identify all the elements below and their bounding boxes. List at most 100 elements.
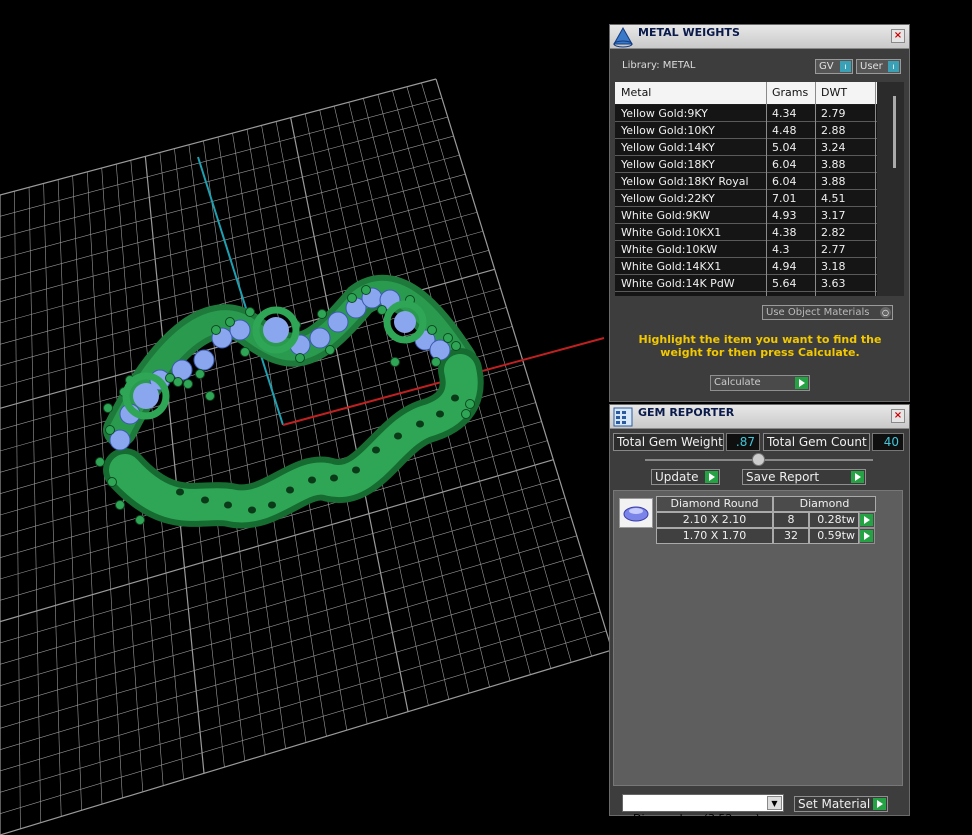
grams-cell: 6.04: [772, 158, 797, 171]
set-material-label: Set Material: [798, 797, 871, 811]
prong-bead: [390, 357, 400, 367]
bezel-ring: [133, 383, 159, 409]
save-report-label: Save Report: [746, 470, 820, 484]
dwt-cell: 3.88: [821, 158, 846, 171]
dwt-cell: 3.20: [821, 294, 846, 296]
prong-bead: [115, 500, 125, 510]
user-toggle[interactable]: User ı: [856, 59, 901, 74]
metal-name-cell: Yellow Gold:18KY: [621, 158, 715, 171]
metal-row[interactable]: White Gold:14K PdW 5.64 3.63: [615, 275, 891, 292]
dropdown-arrow-icon[interactable]: ▼: [767, 796, 782, 810]
metal-row[interactable]: Yellow Gold:9KY 4.34 2.79: [615, 105, 891, 122]
prong-bead: [95, 457, 105, 467]
metal-row[interactable]: Yellow Gold:14KY 5.04 3.24: [615, 139, 891, 156]
gem-weight-cell: 0.59tw: [809, 528, 859, 544]
bezel-ring: [394, 311, 416, 333]
gallery-hole: [248, 506, 256, 514]
gem-size-cell: 2.10 X 2.10: [656, 512, 773, 528]
viewport-canvas[interactable]: [0, 0, 610, 835]
close-icon[interactable]: ×: [891, 409, 905, 423]
metal-row[interactable]: White Gold:14KX1 4.94 3.18: [615, 258, 891, 275]
prong-bead: [461, 409, 471, 419]
play-icon: [860, 514, 873, 526]
set-material-button[interactable]: Set Material: [794, 796, 888, 812]
gem-reporter-titlebar[interactable]: GEM REPORTER ×: [610, 405, 909, 429]
use-object-materials-toggle[interactable]: Use Object Materials ○: [762, 305, 893, 320]
metal-table-scrollbar[interactable]: [877, 82, 904, 296]
splitter-knob-icon[interactable]: [752, 453, 765, 466]
close-icon[interactable]: ×: [891, 29, 905, 43]
gallery-hole: [308, 476, 316, 484]
metal-weights-table[interactable]: Metal Grams DWT Yellow Gold:9KY 4.34 2.79 Y…: [615, 82, 904, 296]
update-button[interactable]: Update: [651, 469, 720, 485]
grid-line: [0, 497, 566, 665]
total-gem-weight-value: .87: [726, 433, 760, 451]
column-header-metal[interactable]: Metal: [621, 86, 651, 99]
use-object-materials-label: Use Object Materials: [766, 307, 870, 318]
scroll-thumb[interactable]: [893, 96, 896, 168]
gv-toggle[interactable]: GV ı: [815, 59, 853, 74]
prong-bead: [443, 333, 453, 343]
grams-cell: 4.38: [772, 226, 797, 239]
prong-bead: [211, 325, 221, 335]
calculate-button[interactable]: Calculate: [710, 375, 810, 391]
update-label: Update: [655, 470, 699, 484]
metal-row[interactable]: White Gold:10KW 4.3 2.77: [615, 241, 891, 258]
play-icon: [705, 471, 718, 483]
dwt-cell: 2.82: [821, 226, 846, 239]
gem-material-header: Diamond: [773, 496, 876, 512]
save-report-button[interactable]: Save Report: [742, 469, 866, 485]
grams-cell: 6.04: [772, 175, 797, 188]
diamond-thumbnail-icon: [619, 498, 653, 528]
metal-row[interactable]: Yellow Gold:18KY 6.04 3.88: [615, 156, 891, 173]
metal-weights-titlebar[interactable]: METAL WEIGHTS ×: [610, 25, 909, 49]
gem-size-cell: 1.70 X 1.70: [656, 528, 773, 544]
gem-row-play-button[interactable]: [859, 512, 875, 528]
metal-row[interactable]: Yellow Gold:10KY 4.48 2.88: [615, 122, 891, 139]
prong-bead: [431, 357, 441, 367]
grams-cell: 5.64: [772, 277, 797, 290]
column-header-grams[interactable]: Grams: [772, 86, 808, 99]
gem-shape-header: Diamond Round: [656, 496, 773, 512]
material-select[interactable]: Diamond (3.52 spg) ▼: [622, 794, 784, 825]
grid-line: [0, 516, 572, 686]
column-header-dwt[interactable]: DWT: [821, 86, 847, 99]
column-divider: [766, 82, 767, 296]
grams-cell: 4.34: [772, 107, 797, 120]
metal-name-cell: White Gold:14KW: [621, 294, 717, 296]
gem-stone: [171, 359, 193, 381]
column-divider: [875, 82, 876, 296]
metal-row[interactable]: White Gold:10KX1 4.38 2.82: [615, 224, 891, 241]
prong-bead: [103, 403, 113, 413]
grams-cell: 4.94: [772, 260, 797, 273]
gem-row-play-button[interactable]: [859, 528, 875, 544]
radio-icon: ○: [880, 307, 891, 318]
metal-name-cell: Yellow Gold:18KY Royal: [621, 175, 749, 188]
metal-row[interactable]: White Gold:14KW 4.98 3.20: [615, 292, 891, 296]
gallery-hole: [176, 488, 184, 496]
prong-bead: [295, 353, 305, 363]
dwt-cell: 3.24: [821, 141, 846, 154]
gallery-hole: [436, 410, 444, 418]
metal-row[interactable]: Yellow Gold:22KY 7.01 4.51: [615, 190, 891, 207]
gallery-hole: [372, 446, 380, 454]
metal-name-cell: White Gold:14K PdW: [621, 277, 735, 290]
y-axis-line: [197, 156, 284, 426]
grid-line: [0, 554, 583, 729]
grams-cell: 4.48: [772, 124, 797, 137]
gem-stone: [193, 349, 215, 371]
gallery-hole: [330, 474, 338, 482]
3d-viewport[interactable]: [0, 0, 610, 835]
column-divider: [815, 82, 816, 296]
ring-model[interactable]: [95, 275, 484, 529]
gem-stone: [327, 311, 349, 333]
prong-bead: [451, 341, 461, 351]
total-gem-count-value: 40: [872, 433, 904, 451]
metal-row[interactable]: White Gold:9KW 4.93 3.17: [615, 207, 891, 224]
prong-bead: [173, 377, 183, 387]
metal-name-cell: White Gold:10KX1: [621, 226, 722, 239]
metal-row[interactable]: Yellow Gold:18KY Royal 6.04 3.88: [615, 173, 891, 190]
prong-bead: [183, 379, 193, 389]
prong-bead: [325, 345, 335, 355]
calculate-hint: Highlight the item you want to find the …: [638, 333, 882, 359]
